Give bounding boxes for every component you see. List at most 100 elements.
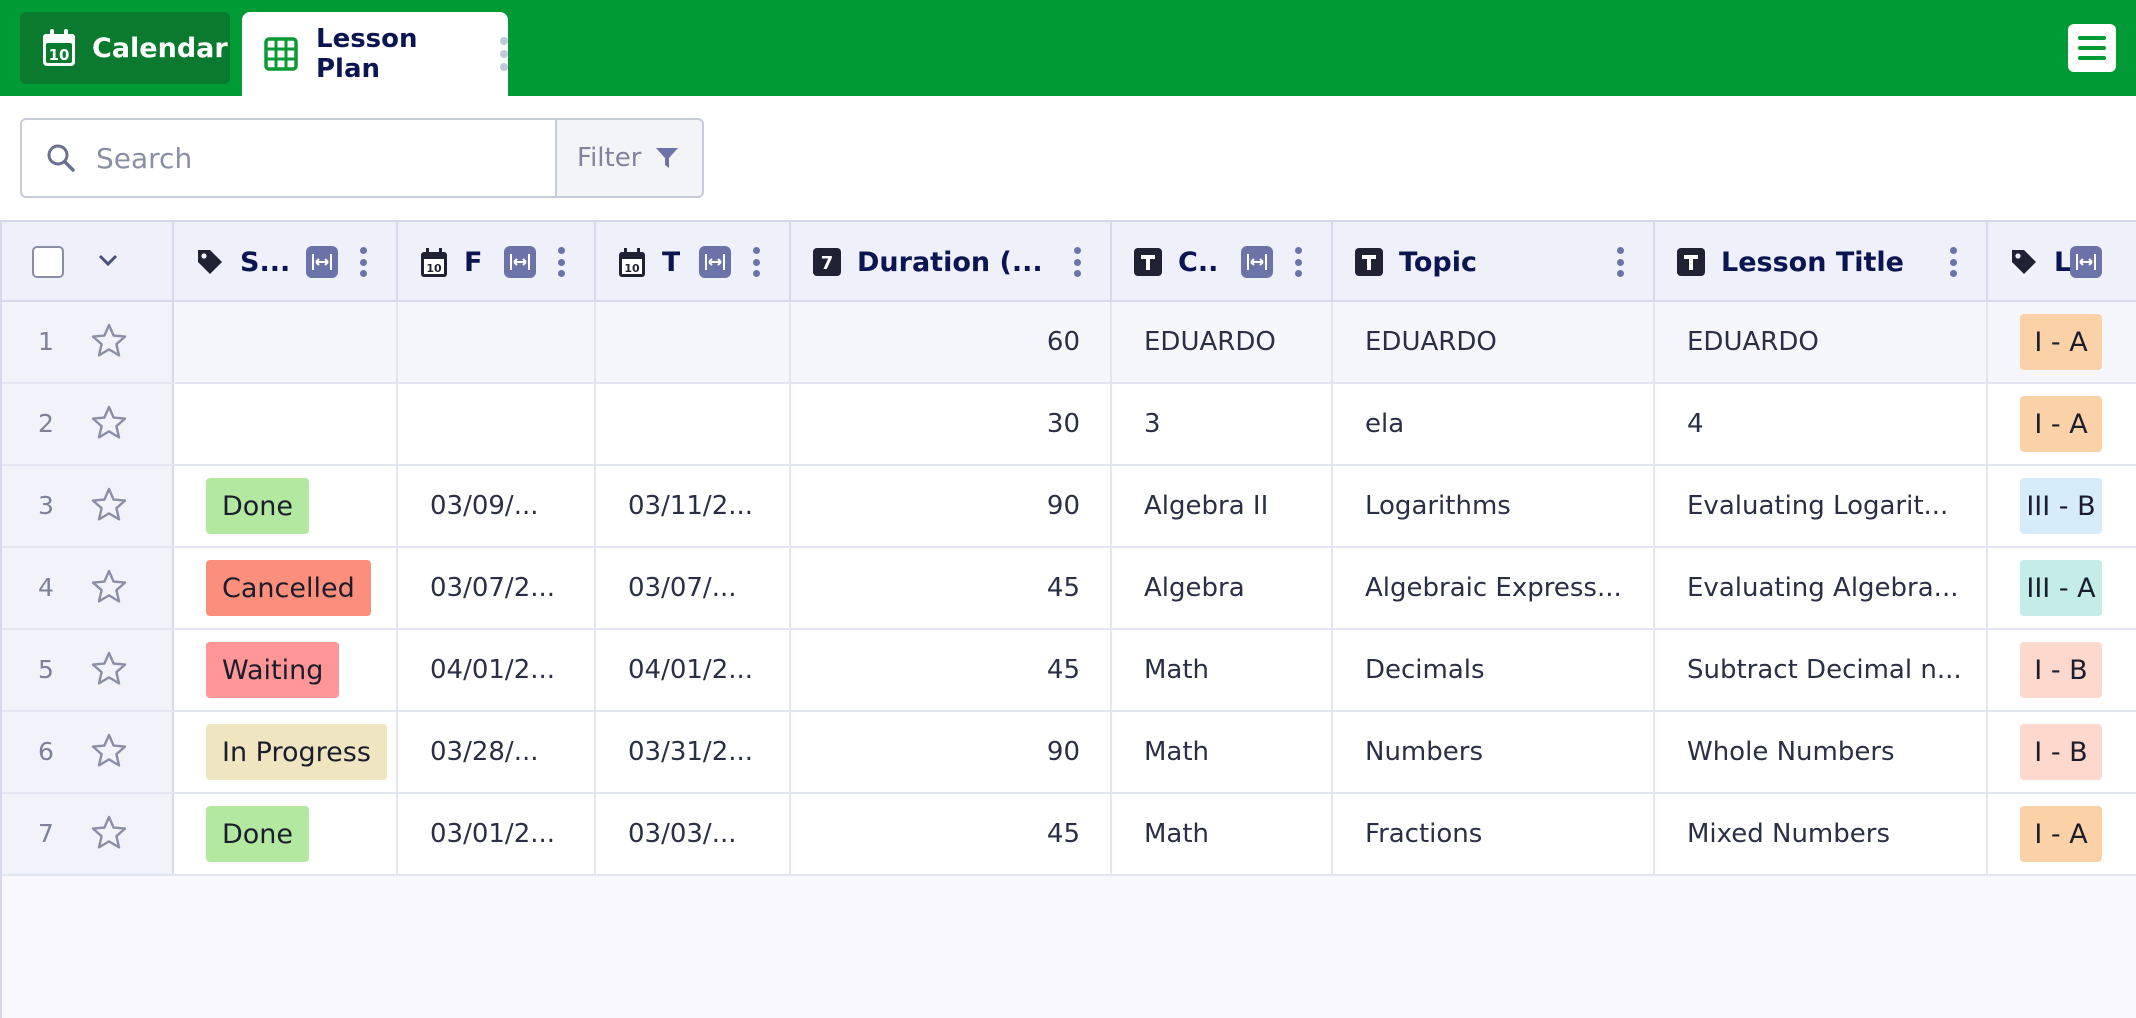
cell-duration[interactable]: 90 xyxy=(791,466,1112,546)
tab-options-icon[interactable] xyxy=(500,37,508,71)
cell-course[interactable]: EDUARDO xyxy=(1112,302,1333,382)
cell-title[interactable]: Whole Numbers xyxy=(1655,712,1988,792)
filter-button[interactable]: Filter xyxy=(555,118,704,198)
cell-status[interactable] xyxy=(174,302,398,382)
cell-duration[interactable]: 30 xyxy=(791,384,1112,464)
star-icon[interactable] xyxy=(90,568,128,606)
table-row[interactable]: 7 Done 03/01/2... 03/03/... 45 Math Fractions… xyxy=(2,794,2136,876)
row-number: 4 xyxy=(38,573,54,602)
cell-to[interactable] xyxy=(596,384,791,464)
cell-duration[interactable]: 45 xyxy=(791,548,1112,628)
column-header-label: L xyxy=(2054,246,2072,278)
column-header-status[interactable]: S... xyxy=(174,222,398,302)
cell-from[interactable] xyxy=(398,302,596,382)
cell-topic[interactable]: EDUARDO xyxy=(1333,302,1655,382)
table-row[interactable]: 1 60 EDUARDO EDUARDO EDUARDO I - A xyxy=(2,302,2136,384)
cell-title[interactable]: Evaluating Algebra... xyxy=(1655,548,1988,628)
cell-course[interactable]: Math xyxy=(1112,794,1333,874)
cell-title[interactable]: 4 xyxy=(1655,384,1988,464)
column-header-title[interactable]: Lesson Title xyxy=(1655,222,1988,302)
fit-column-width-icon[interactable] xyxy=(699,246,731,278)
cell-duration[interactable]: 45 xyxy=(791,794,1112,874)
cell-to[interactable]: 03/03/... xyxy=(596,794,791,874)
column-header-duration[interactable]: 7 Duration (... xyxy=(791,222,1112,302)
table-row[interactable]: 5 Waiting 04/01/2... 04/01/2... 45 Math Decim… xyxy=(2,630,2136,712)
cell-level[interactable]: I - B xyxy=(1988,712,2136,792)
cell-course[interactable]: Algebra II xyxy=(1112,466,1333,546)
cell-level[interactable]: I - B xyxy=(1988,630,2136,710)
cell-status[interactable] xyxy=(174,384,398,464)
cell-to[interactable]: 04/01/2... xyxy=(596,630,791,710)
cell-course[interactable]: Math xyxy=(1112,630,1333,710)
cell-from[interactable]: 03/01/2... xyxy=(398,794,596,874)
cell-from[interactable]: 03/09/... xyxy=(398,466,596,546)
fit-column-width-icon[interactable] xyxy=(504,246,536,278)
cell-to[interactable]: 03/31/2... xyxy=(596,712,791,792)
fit-column-width-icon[interactable] xyxy=(306,246,338,278)
cell-status[interactable]: Cancelled xyxy=(174,548,398,628)
star-icon[interactable] xyxy=(90,486,128,524)
cell-duration[interactable]: 60 xyxy=(791,302,1112,382)
cell-course[interactable]: 3 xyxy=(1112,384,1333,464)
cell-topic[interactable]: Logarithms xyxy=(1333,466,1655,546)
cell-topic[interactable]: Algebraic Express... xyxy=(1333,548,1655,628)
cell-status[interactable]: Done xyxy=(174,466,398,546)
cell-to[interactable]: 03/11/2... xyxy=(596,466,791,546)
cell-course[interactable]: Math xyxy=(1112,712,1333,792)
cell-title[interactable]: Evaluating Logarit... xyxy=(1655,466,1988,546)
column-header-topic[interactable]: Topic xyxy=(1333,222,1655,302)
column-header-from[interactable]: 10 F xyxy=(398,222,596,302)
cell-title[interactable]: EDUARDO xyxy=(1655,302,1988,382)
column-options-icon[interactable] xyxy=(360,247,368,277)
cell-topic[interactable]: Numbers xyxy=(1333,712,1655,792)
column-header-to[interactable]: 10 T xyxy=(596,222,791,302)
cell-level[interactable]: I - A xyxy=(1988,384,2136,464)
cell-duration[interactable]: 45 xyxy=(791,630,1112,710)
cell-status[interactable]: Done xyxy=(174,794,398,874)
cell-to[interactable]: 03/07/... xyxy=(596,548,791,628)
fit-column-width-icon[interactable] xyxy=(1241,246,1273,278)
cell-from[interactable]: 03/07/2... xyxy=(398,548,596,628)
cell-status[interactable]: Waiting xyxy=(174,630,398,710)
table-row[interactable]: 2 30 3 ela 4 I - A xyxy=(2,384,2136,466)
column-options-icon[interactable] xyxy=(1617,247,1625,277)
tab-lesson-plan[interactable]: Lesson Plan xyxy=(242,12,508,96)
cell-topic[interactable]: Fractions xyxy=(1333,794,1655,874)
cell-topic[interactable]: Decimals xyxy=(1333,630,1655,710)
star-icon[interactable] xyxy=(90,732,128,770)
star-icon[interactable] xyxy=(90,650,128,688)
column-options-icon[interactable] xyxy=(558,247,566,277)
cell-from[interactable]: 03/28/... xyxy=(398,712,596,792)
cell-level[interactable]: III - B xyxy=(1988,466,2136,546)
column-header-level[interactable]: L xyxy=(1988,222,2136,302)
column-header-course[interactable]: C.. xyxy=(1112,222,1333,302)
cell-title[interactable]: Subtract Decimal n... xyxy=(1655,630,1988,710)
table-row[interactable]: 4 Cancelled 03/07/2... 03/07/... 45 Algebra A… xyxy=(2,548,2136,630)
cell-from[interactable]: 04/01/2... xyxy=(398,630,596,710)
cell-to[interactable] xyxy=(596,302,791,382)
hamburger-menu-button[interactable] xyxy=(2068,24,2116,72)
select-all-checkbox[interactable] xyxy=(32,246,64,278)
table-row[interactable]: 6 In Progress 03/28/... 03/31/2... 90 Math Nu… xyxy=(2,712,2136,794)
cell-level[interactable]: III - A xyxy=(1988,548,2136,628)
table-row[interactable]: 3 Done 03/09/... 03/11/2... 90 Algebra II Log… xyxy=(2,466,2136,548)
cell-level[interactable]: I - A xyxy=(1988,302,2136,382)
column-options-icon[interactable] xyxy=(1074,247,1082,277)
search-input[interactable] xyxy=(96,141,516,175)
cell-course[interactable]: Algebra xyxy=(1112,548,1333,628)
chevron-down-icon[interactable] xyxy=(96,248,120,276)
star-icon[interactable] xyxy=(90,322,128,360)
tab-calendar[interactable]: 10 Calendar xyxy=(20,12,230,84)
cell-status[interactable]: In Progress xyxy=(174,712,398,792)
star-icon[interactable] xyxy=(90,404,128,442)
cell-title[interactable]: Mixed Numbers xyxy=(1655,794,1988,874)
column-options-icon[interactable] xyxy=(753,247,761,277)
cell-topic[interactable]: ela xyxy=(1333,384,1655,464)
column-options-icon[interactable] xyxy=(1950,247,1958,277)
fit-column-width-icon[interactable] xyxy=(2070,246,2102,278)
star-icon[interactable] xyxy=(90,814,128,852)
cell-level[interactable]: I - A xyxy=(1988,794,2136,874)
column-options-icon[interactable] xyxy=(1295,247,1303,277)
cell-from[interactable] xyxy=(398,384,596,464)
cell-duration[interactable]: 90 xyxy=(791,712,1112,792)
